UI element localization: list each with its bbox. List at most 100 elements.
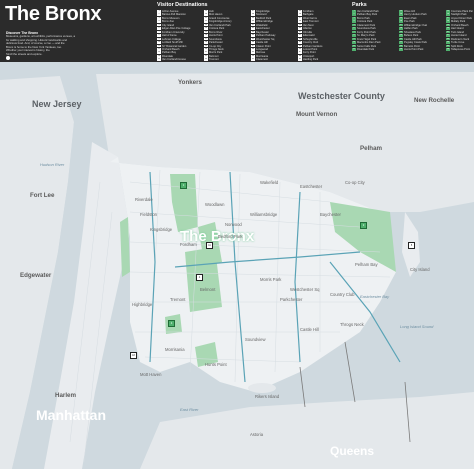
item-number: 51: [251, 58, 255, 61]
item-number: 26: [204, 34, 208, 37]
item-number: 18: [399, 27, 403, 30]
item-number: 47: [251, 44, 255, 48]
park-marker[interactable]: 4: [168, 320, 175, 327]
item-number: 7: [352, 30, 356, 34]
neighborhood-label: Tremont: [170, 297, 186, 302]
park-list-item[interactable]: 24 Hunts Point Park: [399, 48, 445, 51]
park-list-item[interactable]: 36 Tallapoosa Point: [446, 48, 473, 51]
intro-block: Discover The Bronx Museums, gardens, art…: [6, 31, 146, 57]
intro-line: Stroll the streets and explore.: [6, 51, 43, 56]
item-number: 5: [352, 23, 356, 27]
item-number: 19: [399, 30, 403, 34]
neighborhood-label: Pelham Bay: [355, 262, 378, 267]
item-number: 34: [446, 41, 450, 44]
item-number: 3: [352, 16, 356, 20]
item-number: 31: [446, 30, 450, 34]
item-number: 4: [352, 20, 356, 23]
header-band: The Bronx Discover The Bronx Museums, ga…: [0, 0, 474, 72]
item-number: 68: [298, 54, 302, 58]
item-number: 16: [399, 20, 403, 23]
park-marker[interactable]: 2: [360, 222, 367, 229]
item-number: 7: [157, 30, 161, 34]
item-number: 42: [251, 27, 255, 30]
neighborhood-label: Throgs Neck: [340, 322, 364, 327]
item-number: 9: [352, 37, 356, 41]
label-harlem: Harlem: [55, 392, 76, 399]
destination-marker[interactable]: 5: [408, 242, 415, 249]
item-number: 29: [204, 44, 208, 48]
item-number: 13: [157, 51, 161, 55]
item-number: 13: [399, 10, 403, 13]
rikers-island: [248, 383, 276, 393]
item-number: 4: [157, 20, 161, 23]
neighborhood-label: Belmont: [200, 287, 216, 292]
item-number: 44: [251, 34, 255, 37]
neighborhood-label: City Island: [410, 267, 430, 272]
label-queens: Queens: [330, 444, 375, 458]
neighborhood-label: Morrisania: [165, 347, 185, 352]
item-number: 64: [298, 41, 302, 44]
bronx-map-poster: The Bronx Discover The Bronx Museums, ga…: [0, 0, 474, 469]
item-number: 10: [157, 41, 161, 44]
item-number: 14: [399, 13, 403, 17]
legend-marker-icon: [6, 56, 10, 60]
visitor-destinations-title: Visitor Destinations: [157, 2, 208, 8]
neighborhood-label: Fordham: [180, 242, 197, 247]
item-number: 35: [446, 44, 450, 48]
item-number: 56: [298, 13, 302, 17]
label-fort-lee: Fort Lee: [30, 192, 55, 199]
item-number: 32: [446, 34, 450, 37]
map-area[interactable]: The Bronx Manhattan Queens New Jersey We…: [0, 62, 474, 469]
neighborhood-label: Hunts Point: [205, 362, 227, 367]
park-list-column: 25 Concrete Plant Park 26 Starlight Park 27 J…: [446, 10, 473, 51]
item-label: Hunts Point Park: [404, 47, 424, 51]
item-number: 59: [298, 23, 302, 27]
park-list-column: 1 Van Cortlandt Park 2 Pelham Bay Park 3 Bron…: [352, 10, 398, 51]
item-number: 22: [399, 41, 403, 44]
item-number: 10: [352, 41, 356, 44]
item-number: 5: [157, 23, 161, 27]
item-number: 15: [399, 16, 403, 20]
item-number: 67: [298, 51, 302, 55]
item-number: 36: [446, 48, 450, 51]
label-mount-vernon: Mount Vernon: [296, 111, 338, 118]
neighborhood-label: Westchester Sq: [290, 287, 320, 292]
neighborhood-label: Fieldston: [140, 212, 157, 217]
item-number: 20: [399, 34, 403, 37]
label-westchester-county: Westchester County: [298, 91, 385, 101]
neighborhood-label: Bedford Park: [218, 234, 243, 239]
queens-landmass: [140, 392, 474, 469]
item-number: 27: [446, 16, 450, 20]
item-number: 63: [298, 37, 302, 41]
page-title: The Bronx: [5, 3, 102, 25]
label-yonkers: Yonkers: [178, 79, 202, 86]
item-number: 19: [204, 10, 208, 13]
destination-marker[interactable]: 18: [130, 352, 137, 359]
item-number: 39: [251, 16, 255, 20]
item-number: 31: [204, 51, 208, 55]
item-number: 41: [251, 23, 255, 27]
item-number: 11: [157, 44, 161, 48]
park-marker[interactable]: 1: [180, 182, 187, 189]
item-number: 32: [204, 54, 208, 58]
item-number: 48: [251, 48, 255, 51]
item-number: 66: [298, 48, 302, 51]
neighborhood-label: Rikers Island: [255, 394, 280, 399]
item-number: 9: [157, 37, 161, 41]
item-number: 50: [251, 54, 255, 58]
item-number: 26: [446, 13, 450, 17]
item-number: 65: [298, 44, 302, 48]
destination-marker[interactable]: 4: [196, 274, 203, 281]
item-number: 40: [251, 20, 255, 23]
item-number: 49: [251, 51, 255, 55]
item-number: 12: [352, 48, 356, 51]
item-number: 12: [157, 48, 161, 51]
item-label: Tallapoosa Point: [451, 47, 471, 51]
destination-marker[interactable]: 11: [206, 242, 213, 249]
item-number: 11: [352, 44, 356, 48]
item-number: 33: [446, 37, 450, 41]
item-number: 8: [352, 34, 356, 37]
park-list-item[interactable]: 12 Riverdale Park: [352, 48, 398, 51]
park-list-column: 13 Wave Hill 14 Henry Hudson Park 15 Ewen Par…: [399, 10, 445, 51]
item-number: 61: [298, 30, 302, 34]
